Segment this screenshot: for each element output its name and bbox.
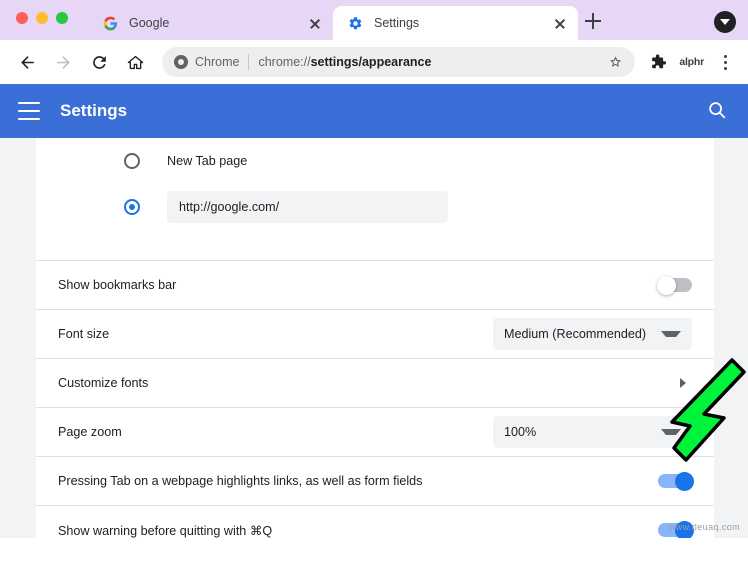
toggle-knob: [675, 471, 694, 491]
select-value: 100%: [504, 425, 537, 439]
browser-window: Google Settings Chrome chrome://settings…: [0, 0, 748, 588]
row-warn-before-quit[interactable]: Show warning before quitting with ⌘Q: [36, 505, 714, 538]
startup-option-custom-url[interactable]: http://google.com/: [36, 184, 714, 230]
reload-icon[interactable]: [84, 47, 114, 77]
tab-list: Google Settings: [88, 6, 578, 40]
startup-url-input[interactable]: http://google.com/: [167, 191, 448, 223]
card-spacer: [36, 230, 714, 260]
tab-title: Settings: [374, 16, 420, 30]
chrome-badge: Chrome: [174, 55, 239, 69]
omnibox-url: chrome://settings/appearance: [258, 55, 601, 69]
tab-settings[interactable]: Settings: [333, 6, 578, 40]
row-customize-fonts[interactable]: Customize fonts: [36, 358, 714, 407]
omnibox-scheme-label: Chrome: [195, 55, 240, 69]
row-label: Page zoom: [58, 425, 122, 439]
toggle-show-bookmarks-bar[interactable]: [657, 275, 692, 295]
row-label: Customize fonts: [58, 376, 149, 390]
profile-label[interactable]: alphr: [679, 56, 704, 68]
minimize-window-button[interactable]: [36, 12, 48, 24]
settings-header: Settings: [0, 84, 748, 138]
tab-google[interactable]: Google: [88, 6, 333, 40]
tab-strip: Google Settings: [0, 0, 748, 40]
close-icon[interactable]: [552, 15, 568, 31]
home-icon[interactable]: [120, 47, 150, 77]
address-bar[interactable]: Chrome chrome://settings/appearance: [162, 47, 636, 77]
three-dot-menu-icon[interactable]: [714, 51, 736, 73]
back-arrow-icon[interactable]: [12, 47, 42, 77]
toggle-knob: [657, 275, 676, 295]
select-value: Medium (Recommended): [504, 327, 647, 341]
tab-title: Google: [129, 16, 170, 30]
toggle-tab-highlights-links[interactable]: [658, 471, 694, 491]
star-icon[interactable]: [607, 53, 625, 71]
hamburger-menu-icon[interactable]: [18, 102, 40, 120]
url-path: settings/appearance: [310, 55, 432, 69]
settings-card: New Tab page http://google.com/ Show boo…: [36, 138, 714, 538]
browser-toolbar: Chrome chrome://settings/appearance alph…: [0, 40, 748, 84]
puzzle-piece-icon[interactable]: [647, 51, 669, 73]
row-show-bookmarks-bar[interactable]: Show bookmarks bar: [36, 260, 714, 309]
row-tab-highlights-links[interactable]: Pressing Tab on a webpage highlights lin…: [36, 456, 714, 505]
google-icon: [102, 15, 118, 31]
select-page-zoom[interactable]: 100%: [493, 416, 692, 448]
row-label: Font size: [58, 327, 110, 341]
forward-arrow-icon[interactable]: [48, 47, 78, 77]
search-icon[interactable]: [706, 99, 730, 123]
radio-button[interactable]: [124, 153, 140, 169]
close-icon[interactable]: [307, 15, 323, 31]
settings-content: New Tab page http://google.com/ Show boo…: [0, 138, 748, 538]
chevron-right-icon: [680, 378, 692, 388]
select-font-size[interactable]: Medium (Recommended): [493, 318, 692, 350]
chevron-down-icon: [661, 331, 681, 337]
row-label: Show warning before quitting with ⌘Q: [58, 523, 273, 538]
radio-label: New Tab page: [167, 154, 248, 168]
maximize-window-button[interactable]: [56, 12, 68, 24]
row-font-size[interactable]: Font size Medium (Recommended): [36, 309, 714, 358]
row-label: Pressing Tab on a webpage highlights lin…: [58, 474, 423, 488]
chrome-logo-icon: [174, 55, 188, 69]
chevron-down-icon: [661, 429, 681, 435]
window-controls: [16, 12, 68, 24]
page-title: Settings: [60, 101, 128, 120]
new-tab-button[interactable]: [580, 8, 606, 34]
radio-button-selected[interactable]: [124, 199, 140, 215]
omnibox-divider: [248, 54, 250, 70]
tab-search-icon[interactable]: [714, 11, 736, 33]
gear-icon: [347, 15, 363, 31]
row-label: Show bookmarks bar: [58, 278, 177, 292]
watermark: www.deuaq.com: [668, 522, 740, 532]
startup-option-new-tab[interactable]: New Tab page: [36, 138, 714, 184]
row-page-zoom[interactable]: Page zoom 100%: [36, 407, 714, 456]
close-window-button[interactable]: [16, 12, 28, 24]
url-prefix: chrome://: [258, 55, 311, 69]
